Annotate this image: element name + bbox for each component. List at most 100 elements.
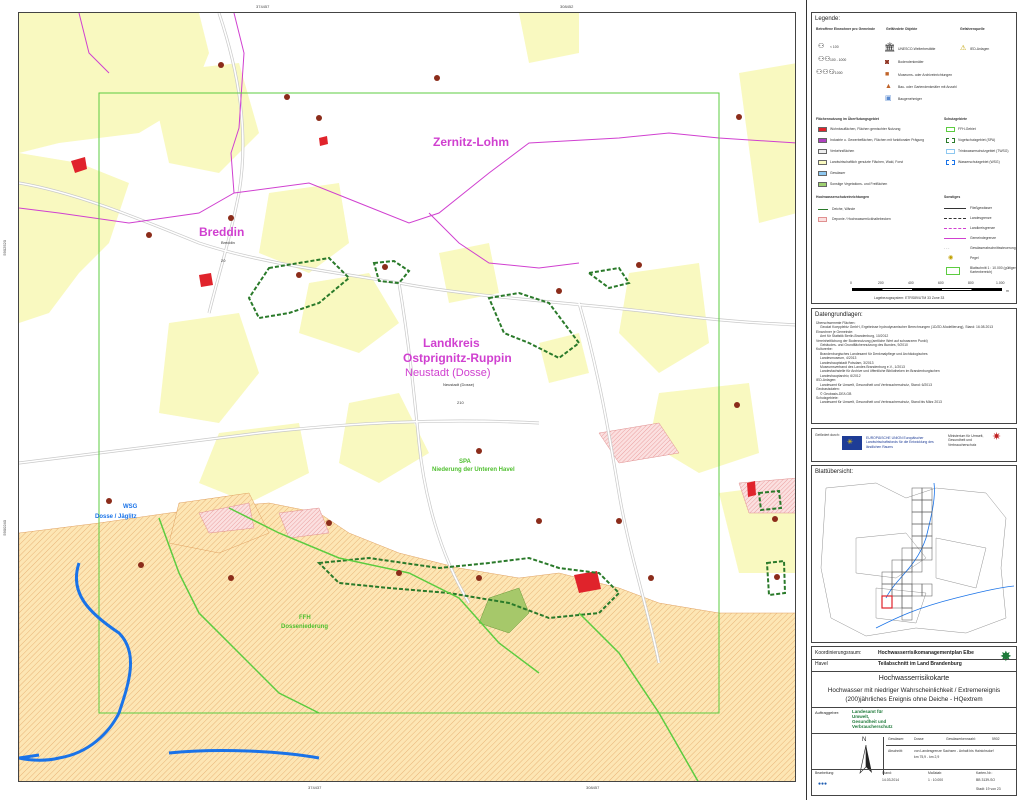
gauge-icon: ◉: [948, 255, 954, 261]
section-value: von Landesgrenze Sachsen - Anhalt bis Ha…: [914, 749, 994, 753]
legend-protect-title: Schutzgebiete: [944, 117, 967, 121]
legend-land-5: Gewässer: [830, 171, 846, 175]
main-title: Hochwasserrisikokarte: [878, 675, 950, 682]
scale-tick-1: 200: [878, 281, 884, 285]
legend-protect-3: Trinkwasserschutzgebiet (TWSG): [958, 149, 1009, 153]
label-landkreis-1: Landkreis: [423, 336, 480, 350]
coord-left-1: 5902520: [2, 240, 7, 256]
swatch-section-mark: - - -: [944, 246, 950, 250]
scale-tick-0: 0: [850, 281, 852, 285]
legend-col3-head: Gefahrenquelle: [960, 27, 985, 31]
swatch-state-line: [944, 218, 966, 219]
funding-label: Gefördert durch:: [815, 433, 840, 437]
scale-unit: m: [1006, 289, 1009, 293]
label-landkreis-2: Ostprignitz-Ruppin: [403, 351, 512, 365]
swatch-ffh: [946, 127, 955, 132]
coord-label: Koordinierungsraum:: [815, 650, 862, 656]
label-neustadt-small: Neustadt (Dosse): [443, 382, 475, 387]
coord-left-2: 5900240: [2, 520, 7, 536]
unesco-icon: 🏛: [884, 42, 896, 52]
legend-other-title: Sonstiges: [944, 195, 961, 199]
legend-hw-title: Hochwasserschutzeinrichtungen: [816, 195, 870, 199]
swatch-river-line: [944, 208, 966, 209]
status-value: 14.03.2014: [882, 778, 899, 782]
code-label: Gewässerkennzahl:: [946, 737, 976, 741]
overview-map[interactable]: [816, 478, 1014, 640]
swatch-agri: [818, 160, 827, 165]
ied-icon: ⚠: [960, 45, 967, 52]
map-area[interactable]: 374457 308452 374437 308457 5902520 5900…: [0, 0, 806, 800]
coord-value: Hochwasserrisikomanagementplan Elbe: [878, 650, 974, 656]
swatch-deponie: [818, 217, 827, 222]
building-icon: ▣: [885, 95, 892, 102]
legend-land-6: Sonstige Vegetations- und Freiflächen: [830, 182, 888, 186]
label-spa-1: SPA: [459, 459, 471, 465]
region-label: Havel: [815, 661, 828, 667]
funding-box: Gefördert durch: ✳ EUROPÄISCHE UNION Eur…: [811, 428, 1017, 462]
scale-tick-3: 600: [938, 281, 944, 285]
sources-title: Datengrundlagen:: [815, 312, 863, 318]
legend-other-6: Pegel: [970, 256, 979, 260]
swatch-twsg: [946, 149, 955, 154]
status-label: Stand:: [882, 771, 892, 775]
legend-hw-1: Deiche, Wände: [832, 207, 856, 211]
sheet-value: BB 3139-SO: [976, 778, 996, 782]
map-canvas[interactable]: Zernitz-Lohm Breddin Breddin 20 Landkrei…: [18, 12, 796, 782]
legend-obj-5: Baugenehmiger: [898, 97, 922, 101]
legend-other-1: Fließgewässer: [970, 206, 993, 210]
client-line-4: Verbraucherschutz: [852, 724, 893, 729]
coord-bottom-2: 308457: [586, 785, 600, 790]
region-value: Teilabschnitt im Land Brandenburg: [878, 661, 962, 667]
label-neustadt: Neustadt (Dosse): [405, 367, 491, 379]
museum-icon: ■: [885, 71, 890, 78]
legend-protect-1: FFH-Gebiet: [958, 127, 976, 131]
legend-pop-3: > 1000: [832, 71, 843, 75]
legend-protect-2: Vogelschutzgebiet (SPA): [958, 138, 996, 142]
north-arrow-icon: [859, 745, 872, 774]
scale-bar: [852, 288, 1002, 291]
lugv-logo-icon: ✸: [1000, 648, 1012, 664]
swatch-wsg: [946, 160, 955, 165]
swatch-water: [818, 171, 827, 176]
water-label: Gewässer:: [888, 737, 905, 741]
legend-obj-1: UNESCO-Welterbestätte: [898, 47, 936, 51]
eu-text: EUROPÄISCHE UNION Europäischer Landwirts…: [866, 436, 934, 449]
eu-stars-icon: ✳: [847, 439, 853, 446]
overview-box: Blattübersicht:: [811, 465, 1017, 643]
north-letter: N: [862, 737, 867, 743]
legend-source-1: IED-Anlagen: [970, 47, 990, 51]
code-value: 5902: [992, 737, 1000, 741]
scale-tick-4: 800: [968, 281, 974, 285]
edit-label: Bearbeitung:: [815, 771, 835, 775]
swatch-district-line: [944, 228, 966, 229]
scale-tick-5: 1.000: [996, 281, 1005, 285]
swatch-municipal-line: [944, 238, 966, 239]
swatch-vegetation: [818, 182, 827, 187]
legend-other-3: Landkreisgrenze: [970, 226, 996, 230]
coord-top-2: 308452: [560, 4, 574, 9]
legend-col1-head: Betroffene Einwohner pro Gemeinde: [816, 27, 875, 31]
legend-col2-head: Gefährdete Objekte: [886, 27, 918, 31]
legend-pop-1: < 100: [830, 45, 839, 49]
scale-value: 1 : 10.000: [928, 778, 944, 782]
label-ffh-2: Dosseniederung: [281, 624, 329, 630]
ministry-text: Ministerium für Umwelt, Gesundheit und V…: [948, 434, 984, 447]
swatch-traffic: [818, 149, 827, 154]
legend-other-4: Gemeindegrenze: [970, 236, 997, 240]
legend-box: Legende: Betroffene Einwohner pro Gemein…: [811, 12, 1017, 304]
projection-label: Lagebezugssystem: ETRS89/UTM 33 Zone 33: [874, 296, 945, 300]
overview-title: Blattübersicht:: [815, 469, 854, 475]
legend-other-2: Landesgrenze: [970, 216, 992, 220]
label-spa-2: Niederung der Unteren Havel: [432, 467, 515, 473]
section-km: km 75,9 - km 2,9: [914, 755, 940, 759]
person-icon: ⚇: [818, 43, 825, 50]
label-zernitz: Zernitz-Lohm: [433, 135, 509, 149]
legend-title: Legende:: [815, 16, 841, 22]
legend-hw-2: Deponie / Hochwasserrückhaltebecken: [832, 217, 891, 221]
sheet-label: Karten-Nr.:: [976, 771, 993, 775]
swatch-industry: [818, 138, 827, 143]
swatch-spa: [946, 138, 955, 143]
title-block: Koordinierungsraum: Hochwasserrisikomana…: [811, 646, 1017, 796]
subtitle-1: Hochwasser mit niedriger Wahrscheinlichk…: [827, 687, 1001, 694]
eu-flag: ✳: [842, 436, 862, 450]
